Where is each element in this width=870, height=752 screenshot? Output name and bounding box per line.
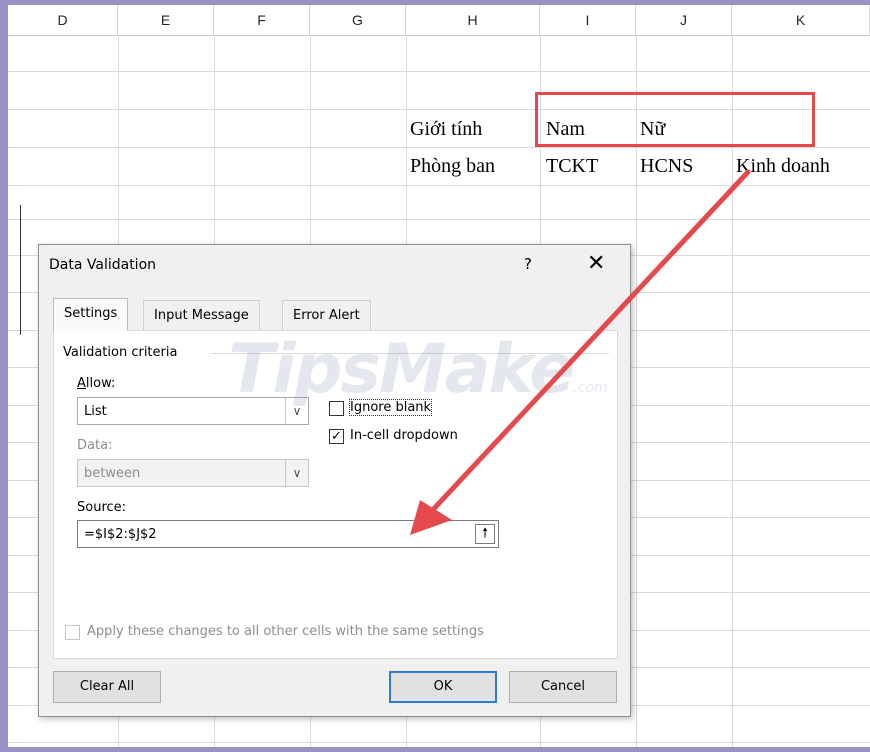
cell-j3[interactable]: HCNS [640, 155, 693, 178]
column-header-i[interactable]: I [540, 5, 636, 35]
apply-all-checkbox[interactable] [65, 625, 80, 640]
data-label: Data: [77, 438, 113, 453]
data-select[interactable]: between ∨ [77, 459, 309, 487]
close-icon[interactable]: ✕ [587, 251, 605, 276]
ok-button[interactable]: OK [389, 671, 497, 703]
column-header-d[interactable]: D [8, 5, 118, 35]
grid-line [8, 742, 870, 743]
column-header-row: D E F G H I J K [8, 5, 870, 36]
source-label: Source: [77, 500, 127, 515]
settings-panel [53, 330, 618, 659]
dialog-title: Data Validation [49, 257, 157, 273]
help-icon[interactable]: ? [524, 255, 532, 273]
check-icon: ✓ [331, 429, 342, 444]
window-frame-bottom [0, 747, 870, 752]
tab-input-message[interactable]: Input Message [143, 300, 260, 330]
tab-settings[interactable]: Settings [53, 298, 129, 331]
selection-border [20, 205, 21, 335]
apply-all-label: Apply these changes to all other cells w… [87, 624, 484, 639]
collapse-dialog-icon[interactable]: 🠕 [475, 524, 495, 544]
column-header-f[interactable]: F [214, 5, 310, 35]
cell-h3[interactable]: Phòng ban [410, 155, 495, 178]
column-header-k[interactable]: K [732, 5, 870, 35]
cancel-button[interactable]: Cancel [509, 671, 617, 703]
data-select-value: between [84, 466, 141, 481]
cell-k3[interactable]: Kinh doanh [736, 155, 830, 178]
grid-line [8, 219, 870, 220]
ignore-blank-label[interactable]: Ignore blank [348, 399, 433, 416]
grid-line [8, 147, 870, 148]
grid-line [8, 71, 870, 72]
allow-select[interactable]: List ∨ [77, 397, 309, 425]
grid-line [8, 185, 870, 186]
column-header-j[interactable]: J [636, 5, 732, 35]
validation-criteria-label: Validation criteria [63, 345, 178, 360]
column-header-e[interactable]: E [118, 5, 214, 35]
data-validation-dialog: Data Validation ? ✕ Settings Input Messa… [38, 244, 631, 717]
ignore-blank-checkbox[interactable] [329, 401, 344, 416]
cell-i3[interactable]: TCKT [546, 155, 598, 178]
window-frame-left [0, 0, 8, 752]
highlight-box [535, 92, 815, 147]
source-input[interactable]: =$I$2:$J$2 🠕 [77, 520, 499, 548]
in-cell-dropdown-checkbox[interactable]: ✓ [329, 429, 344, 444]
tab-error-alert[interactable]: Error Alert [282, 300, 371, 330]
column-header-g[interactable]: G [310, 5, 406, 35]
chevron-down-icon[interactable]: ∨ [285, 460, 308, 486]
allow-label-text: llow: [85, 376, 116, 391]
allow-label-accesskey: A [77, 376, 86, 391]
source-input-value: =$I$2:$J$2 [84, 527, 157, 542]
group-divider [211, 353, 609, 354]
allow-label: Allow: [77, 376, 115, 391]
chevron-down-icon[interactable]: ∨ [285, 398, 308, 424]
allow-select-value: List [84, 404, 107, 419]
clear-all-button[interactable]: Clear All [53, 671, 161, 703]
in-cell-dropdown-label[interactable]: In-cell dropdown [350, 428, 458, 443]
cell-h2[interactable]: Giới tính [410, 118, 482, 141]
column-header-h[interactable]: H [406, 5, 540, 35]
